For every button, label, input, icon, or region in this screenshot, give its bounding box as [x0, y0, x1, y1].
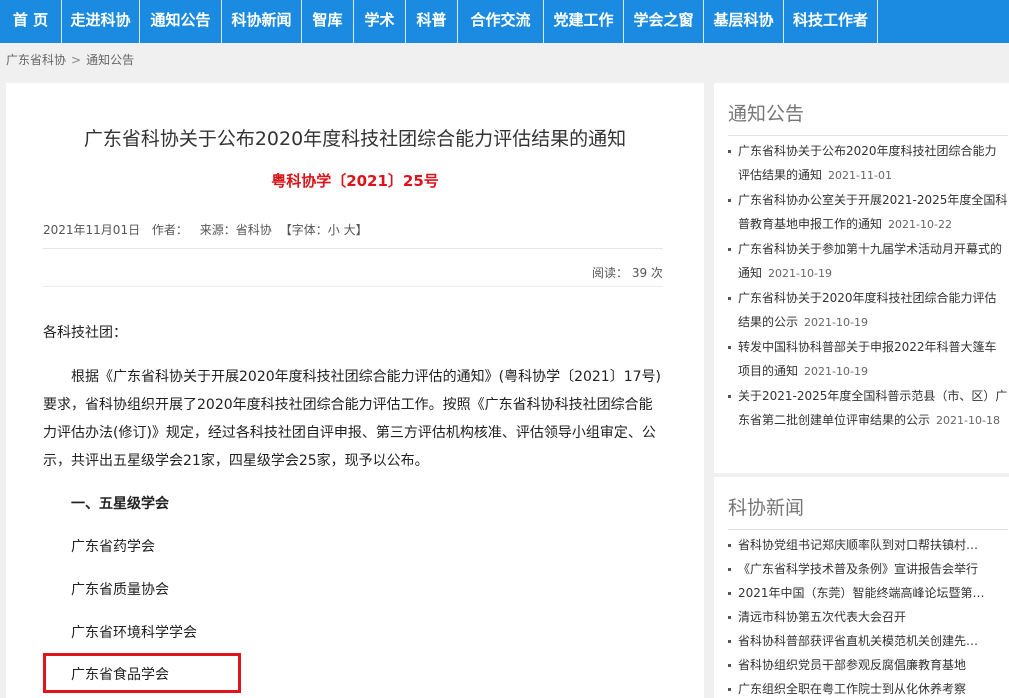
article-meta: 2021年11月01日 作者： 来源：省科协 【字体：小 大】 [43, 221, 376, 238]
news-item[interactable]: 省科协党组书记郑庆顺率队到对口帮扶镇村… [728, 533, 1008, 557]
notice-item[interactable]: 广东省科协关于公布2020年度科技社团综合能力评估结果的通知 2021-11-01 [728, 139, 1008, 188]
notice-date: 2021-10-22 [888, 218, 952, 231]
nav-think-tank[interactable]: 智库 [302, 0, 354, 43]
content-divider [43, 286, 663, 287]
font-small-button[interactable]: 小 [328, 223, 340, 237]
news-item[interactable]: 省科协科普部获评省直机关模范机关创建先… [728, 629, 1008, 653]
article-title: 广东省科协关于公布2020年度科技社团综合能力评估结果的通知 [83, 128, 627, 150]
notice-date: 2021-10-18 [936, 414, 1000, 427]
notice-item[interactable]: 转发中国科协科普部关于申报2022年科普大篷车项目的通知 2021-10-19 [728, 335, 1008, 384]
nav-party-building[interactable]: 党建工作 [544, 0, 624, 43]
notice-date: 2021-10-19 [804, 316, 868, 329]
news-item[interactable]: 清远市科协第五次代表大会召开 [728, 605, 1008, 629]
breadcrumb-separator: > [71, 52, 82, 67]
font-label: 【字体： [279, 223, 328, 237]
breadcrumb-current[interactable]: 通知公告 [86, 51, 134, 68]
font-size-toggle: 【字体：小 大】 [280, 223, 368, 237]
highlight-box [43, 653, 241, 693]
notice-item[interactable]: 广东省科协关于2020年度科技社团综合能力评估结果的公示 2021-10-19 [728, 286, 1008, 335]
org-item: 广东省环境科学学会 [71, 625, 197, 641]
notice-date: 2021-11-01 [828, 169, 892, 182]
sidebar-news-title[interactable]: 科协新闻 [728, 493, 804, 520]
section-heading: 一、五星级学会 [71, 496, 169, 512]
nav-home[interactable]: 首 页 [0, 0, 62, 43]
document-number: 粤科协学〔2021〕25号 [271, 172, 439, 190]
nav-popular-science[interactable]: 科普 [406, 0, 458, 43]
nav-cooperation[interactable]: 合作交流 [458, 0, 544, 43]
news-item[interactable]: 省科协组织党员干部参观反腐倡廉教育基地 [728, 653, 1008, 677]
notice-date: 2021-10-19 [768, 267, 832, 280]
article-source: 来源：省科协 [199, 223, 272, 237]
article-paragraph: 根据《广东省科协关于开展2020年度科技社团综合能力评估的通知》(粤科协学〔20… [43, 369, 661, 469]
breadcrumb: 广东省科协 > 通知公告 [6, 51, 134, 68]
notice-item[interactable]: 关于2021-2025年度全国科普示范县（市、区）广东省第二批创建单位评审结果的… [728, 384, 1008, 433]
nav-academic[interactable]: 学术 [354, 0, 406, 43]
font-large-button[interactable]: 大 [344, 223, 356, 237]
sidebar-notices-title[interactable]: 通知公告 [728, 99, 804, 126]
news-item[interactable]: 广东组织全职在粤工作院士到从化休养考察 [728, 677, 1008, 698]
read-count: 阅读： 39 次 [592, 266, 663, 280]
nav-about[interactable]: 走进科协 [62, 0, 140, 43]
org-item: 广东省质量协会 [71, 582, 169, 598]
org-item: 广东省药学会 [71, 539, 155, 555]
nav-society-window[interactable]: 学会之窗 [624, 0, 704, 43]
notice-list: 广东省科协关于公布2020年度科技社团综合能力评估结果的通知 2021-11-01… [728, 139, 1008, 433]
sidebar-notices: 通知公告 广东省科协关于公布2020年度科技社团综合能力评估结果的通知 2021-… [714, 83, 1009, 473]
top-nav: 首 页 走进科协 通知公告 科协新闻 智库 学术 科普 合作交流 党建工作 学会… [0, 0, 1009, 43]
news-item[interactable]: 《广东省科学技术普及条例》宣讲报告会举行 [728, 557, 1008, 581]
news-list: 省科协党组书记郑庆顺率队到对口帮扶镇村… 《广东省科学技术普及条例》宣讲报告会举… [728, 533, 1008, 698]
nav-notices[interactable]: 通知公告 [140, 0, 222, 43]
notice-text[interactable]: 广东省科协办公室关于开展2021-2025年度全国科普教育基地申报工作的通知 [738, 193, 1007, 231]
salutation: 各科技社团： [43, 325, 127, 341]
article-panel: 广东省科协关于公布2020年度科技社团综合能力评估结果的通知 粤科协学〔2021… [6, 83, 704, 698]
news-item[interactable]: 2021年中国（东莞）智能终端高峰论坛暨第… [728, 581, 1008, 605]
nav-news[interactable]: 科协新闻 [222, 0, 302, 43]
article-date: 2021年11月01日 [43, 223, 141, 237]
font-label-end: 】 [355, 223, 368, 237]
nav-sci-workers[interactable]: 科技工作者 [784, 0, 878, 43]
notice-date: 2021-10-19 [804, 365, 868, 378]
article-author-label: 作者： [151, 223, 188, 237]
sidebar-news: 科协新闻 省科协党组书记郑庆顺率队到对口帮扶镇村… 《广东省科学技术普及条例》宣… [714, 477, 1009, 698]
nav-grassroots[interactable]: 基层科协 [704, 0, 784, 43]
breadcrumb-home[interactable]: 广东省科协 [6, 51, 66, 68]
meta-divider [43, 248, 663, 249]
sidebar-divider [728, 135, 1008, 136]
notice-item[interactable]: 广东省科协办公室关于开展2021-2025年度全国科普教育基地申报工作的通知 20… [728, 188, 1008, 237]
notice-item[interactable]: 广东省科协关于参加第十九届学术活动月开幕式的通知 2021-10-19 [728, 237, 1008, 286]
sidebar-divider [728, 529, 1008, 530]
